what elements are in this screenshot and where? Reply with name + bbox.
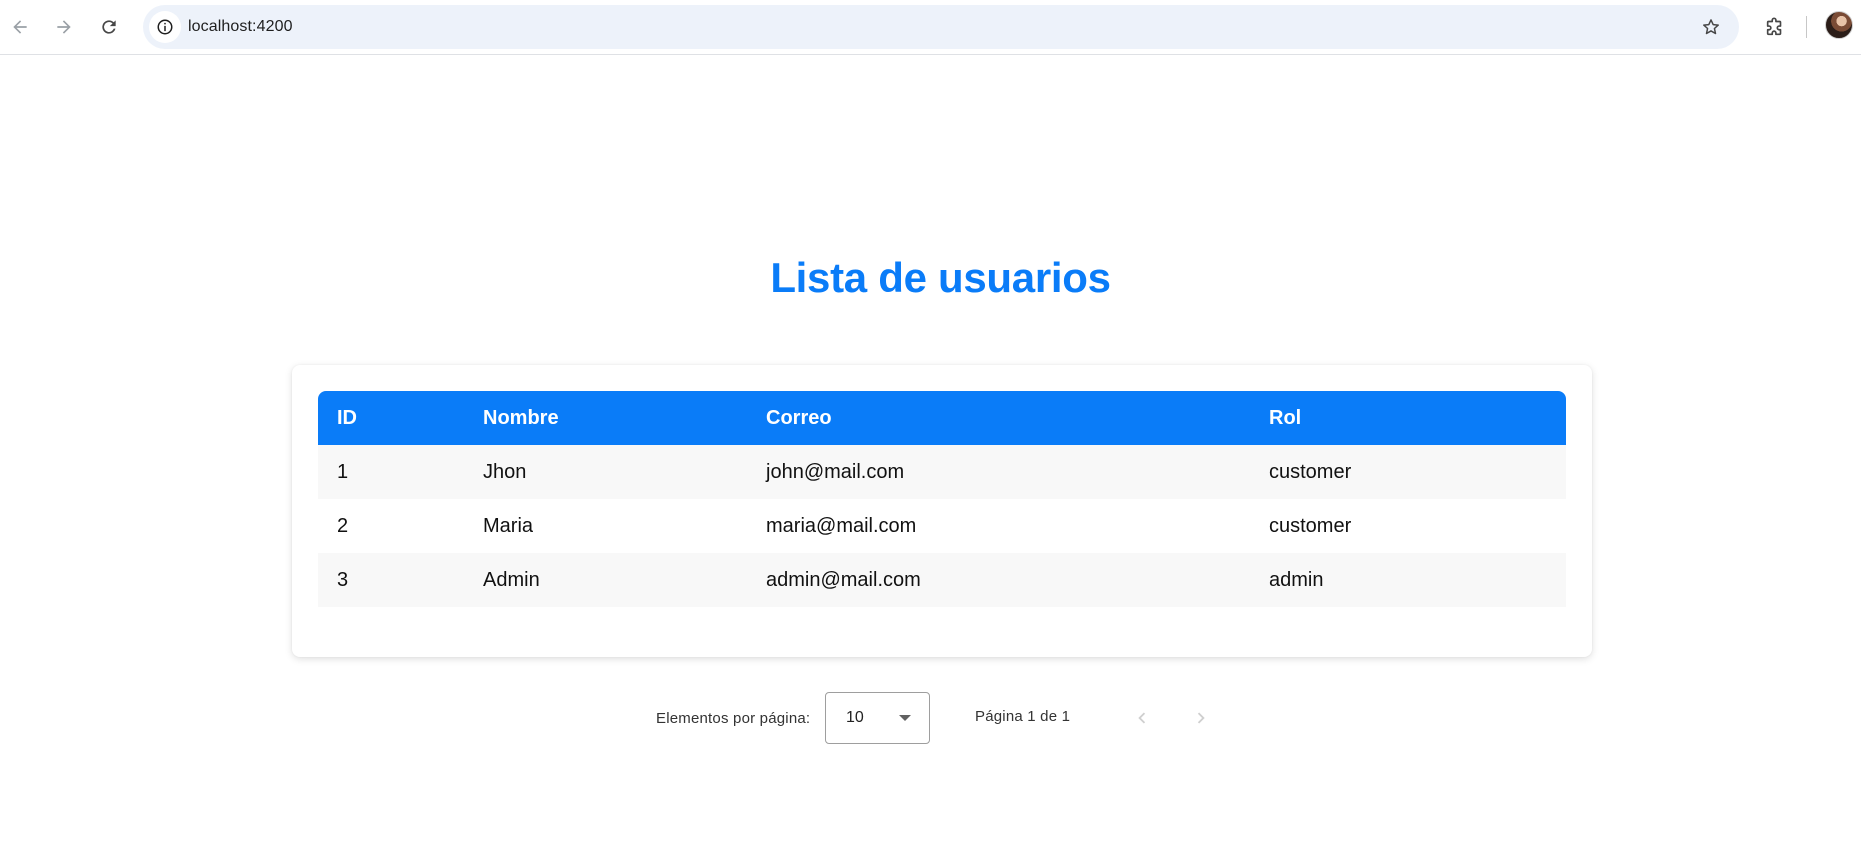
page-size-label: Elementos por página: [656,710,811,727]
column-header-id[interactable]: ID [318,391,464,445]
address-bar[interactable]: localhost:4200 [143,5,1739,49]
column-header-nombre[interactable]: Nombre [464,391,747,445]
chevron-right-icon [1197,712,1205,724]
cell-correo: john@mail.com [747,445,1250,499]
cell-correo: admin@mail.com [747,553,1250,607]
bookmark-button[interactable] [1699,15,1723,39]
arrow-right-icon [57,20,71,34]
profile-avatar[interactable] [1825,11,1853,39]
reload-button[interactable] [91,9,127,45]
table-header-row: ID Nombre Correo Rol [318,391,1566,445]
page-size-value: 10 [846,709,864,726]
cell-rol: customer [1250,445,1566,499]
next-page-button[interactable] [1181,698,1221,738]
cell-id: 1 [318,445,464,499]
toolbar-divider [1806,16,1807,38]
users-table: ID Nombre Correo Rol 1 Jhon john@mail.co… [318,391,1566,607]
users-table-card: ID Nombre Correo Rol 1 Jhon john@mail.co… [292,365,1592,657]
cell-correo: maria@mail.com [747,499,1250,553]
cell-rol: admin [1250,553,1566,607]
cell-rol: customer [1250,499,1566,553]
puzzle-icon [1766,17,1782,36]
extensions-button[interactable] [1758,10,1792,44]
previous-page-button[interactable] [1122,698,1162,738]
paginator: Elementos por página: 10 Página 1 de 1 [0,692,1861,744]
chevron-left-icon [1138,712,1146,724]
info-icon [157,19,173,35]
cell-nombre: Admin [464,553,747,607]
cell-nombre: Maria [464,499,747,553]
page-range-label: Página 1 de 1 [975,708,1071,725]
star-icon [1703,19,1719,35]
table-row[interactable]: 3 Admin admin@mail.com admin [318,553,1566,607]
column-header-rol[interactable]: Rol [1250,391,1566,445]
back-button[interactable] [2,9,38,45]
forward-button[interactable] [46,9,82,45]
arrow-left-icon [13,20,27,34]
reload-icon [102,20,116,34]
table-row[interactable]: 1 Jhon john@mail.com customer [318,445,1566,499]
browser-toolbar: localhost:4200 [0,0,1861,55]
cell-nombre: Jhon [464,445,747,499]
cell-id: 2 [318,499,464,553]
page-title: Lista de usuarios [770,254,1111,301]
page-size-select[interactable]: 10 [825,692,930,744]
table-row[interactable]: 2 Maria maria@mail.com customer [318,499,1566,553]
site-info-button[interactable] [149,11,181,43]
cell-id: 3 [318,553,464,607]
dropdown-arrow-icon [899,715,911,721]
url-text[interactable]: localhost:4200 [188,18,293,36]
column-header-correo[interactable]: Correo [747,391,1250,445]
